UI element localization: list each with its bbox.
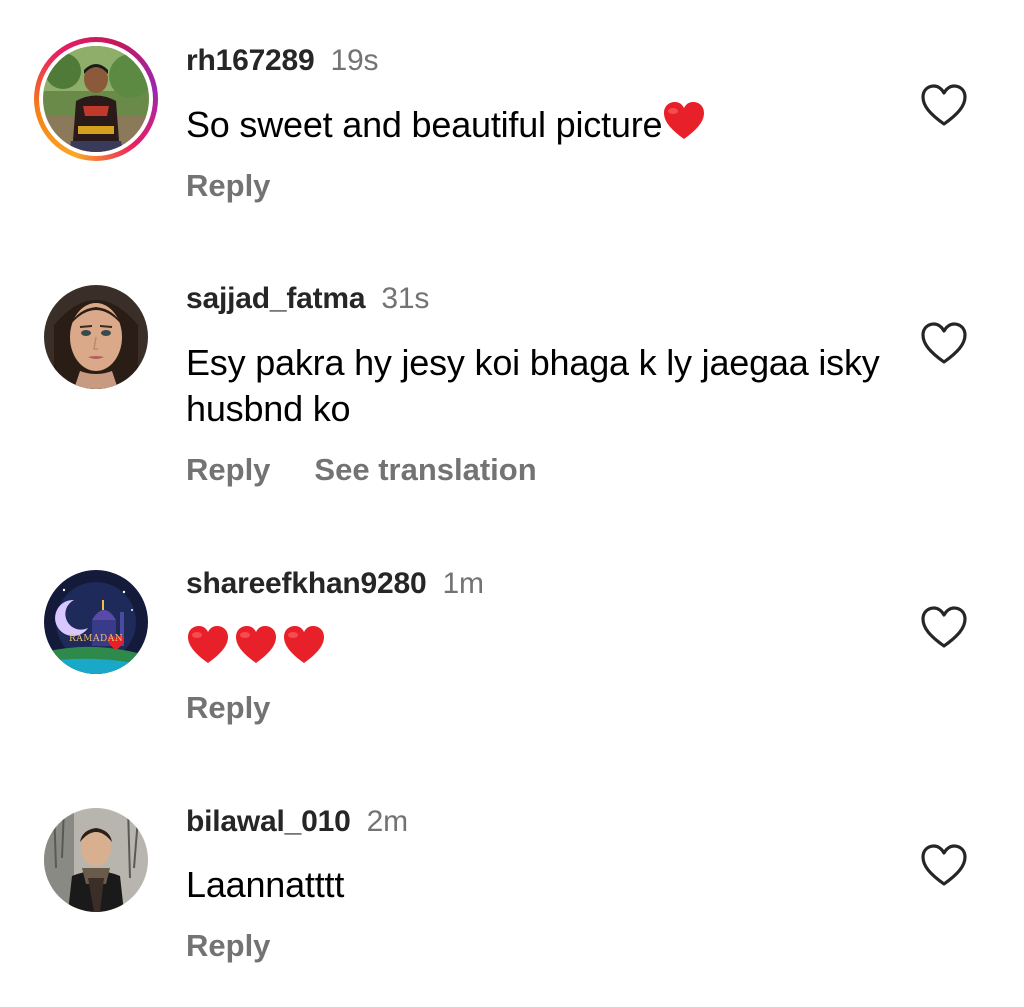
- comment-username[interactable]: sajjad_fatma 31s: [186, 282, 429, 316]
- comment-text-content: So sweet and beautiful picture: [186, 104, 663, 145]
- comment-text: So sweet and beautiful picture: [186, 101, 886, 148]
- red-heart-emoji: [662, 101, 706, 141]
- comment-time: 1m: [442, 567, 484, 600]
- comment-actions: Reply: [186, 690, 314, 726]
- see-translation-button[interactable]: See translation: [314, 452, 536, 487]
- comment-text: [186, 625, 886, 672]
- heart-outline-icon[interactable]: [920, 844, 968, 888]
- username-text[interactable]: shareefkhan9280: [186, 567, 427, 600]
- comment-time: 19s: [330, 44, 379, 77]
- comment-actions: Reply See translation: [186, 452, 581, 488]
- red-heart-emoji: [234, 625, 278, 665]
- reply-button[interactable]: Reply: [186, 690, 270, 725]
- comment-username[interactable]: bilawal_010 2m: [186, 805, 408, 839]
- username-text[interactable]: rh167289: [186, 44, 315, 77]
- comment-time: 2m: [366, 805, 408, 838]
- username-text[interactable]: sajjad_fatma: [186, 282, 366, 315]
- red-heart-emoji: [282, 625, 326, 665]
- comment-time: 31s: [381, 282, 430, 315]
- reply-button[interactable]: Reply: [186, 168, 270, 203]
- heart-outline-icon[interactable]: [920, 322, 968, 366]
- red-heart-emoji: [186, 625, 230, 665]
- comment-username[interactable]: shareefkhan9280 1m: [186, 567, 484, 601]
- story-ring[interactable]: [34, 37, 158, 161]
- heart-outline-icon[interactable]: [920, 84, 968, 128]
- comment-actions: Reply: [186, 168, 314, 204]
- avatar[interactable]: [44, 808, 148, 912]
- like-button[interactable]: [920, 606, 968, 650]
- like-button[interactable]: [920, 322, 968, 366]
- username-text[interactable]: bilawal_010: [186, 805, 351, 838]
- like-button[interactable]: [920, 844, 968, 888]
- comment-username[interactable]: rh167289 19s: [186, 44, 378, 78]
- comment-text: Laannatttt: [186, 864, 345, 905]
- avatar[interactable]: RAMADAN: [44, 570, 148, 674]
- comment-text: Esy pakra hy jesy koi bhaga k ly jaegaa …: [186, 342, 880, 429]
- avatar[interactable]: [44, 285, 148, 389]
- reply-button[interactable]: Reply: [186, 452, 270, 487]
- heart-outline-icon[interactable]: [920, 606, 968, 650]
- comment-actions: Reply: [186, 928, 314, 964]
- like-button[interactable]: [920, 84, 968, 128]
- reply-button[interactable]: Reply: [186, 928, 270, 963]
- avatar[interactable]: [43, 46, 149, 152]
- avatar-caption: RAMADAN: [69, 634, 124, 644]
